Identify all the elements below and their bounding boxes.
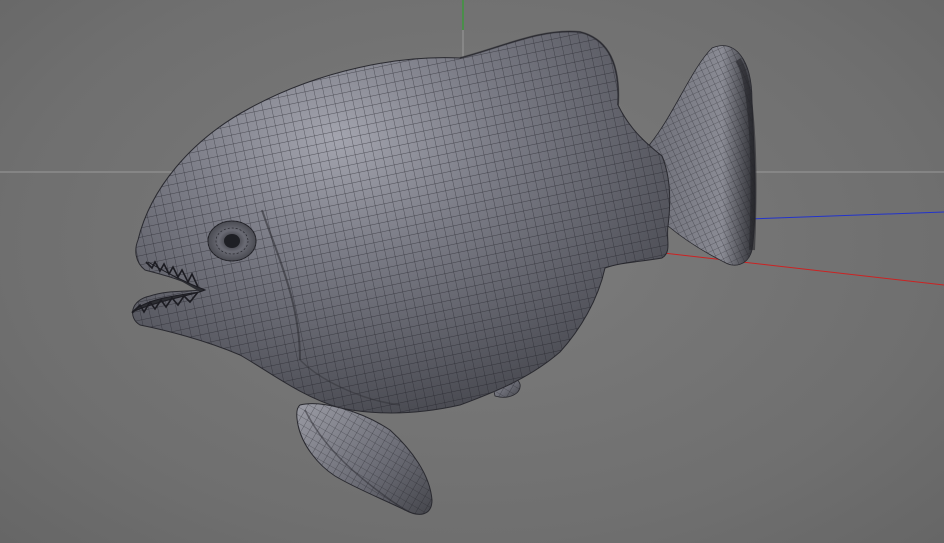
z-axis-line xyxy=(747,211,944,220)
fish-body[interactable] xyxy=(132,30,671,414)
3d-viewport[interactable] xyxy=(0,0,944,543)
piranha-model[interactable] xyxy=(131,30,757,515)
fish-eye[interactable] xyxy=(207,220,257,262)
pectoral-fin[interactable] xyxy=(296,403,433,515)
viewport-canvas[interactable] xyxy=(0,0,944,543)
